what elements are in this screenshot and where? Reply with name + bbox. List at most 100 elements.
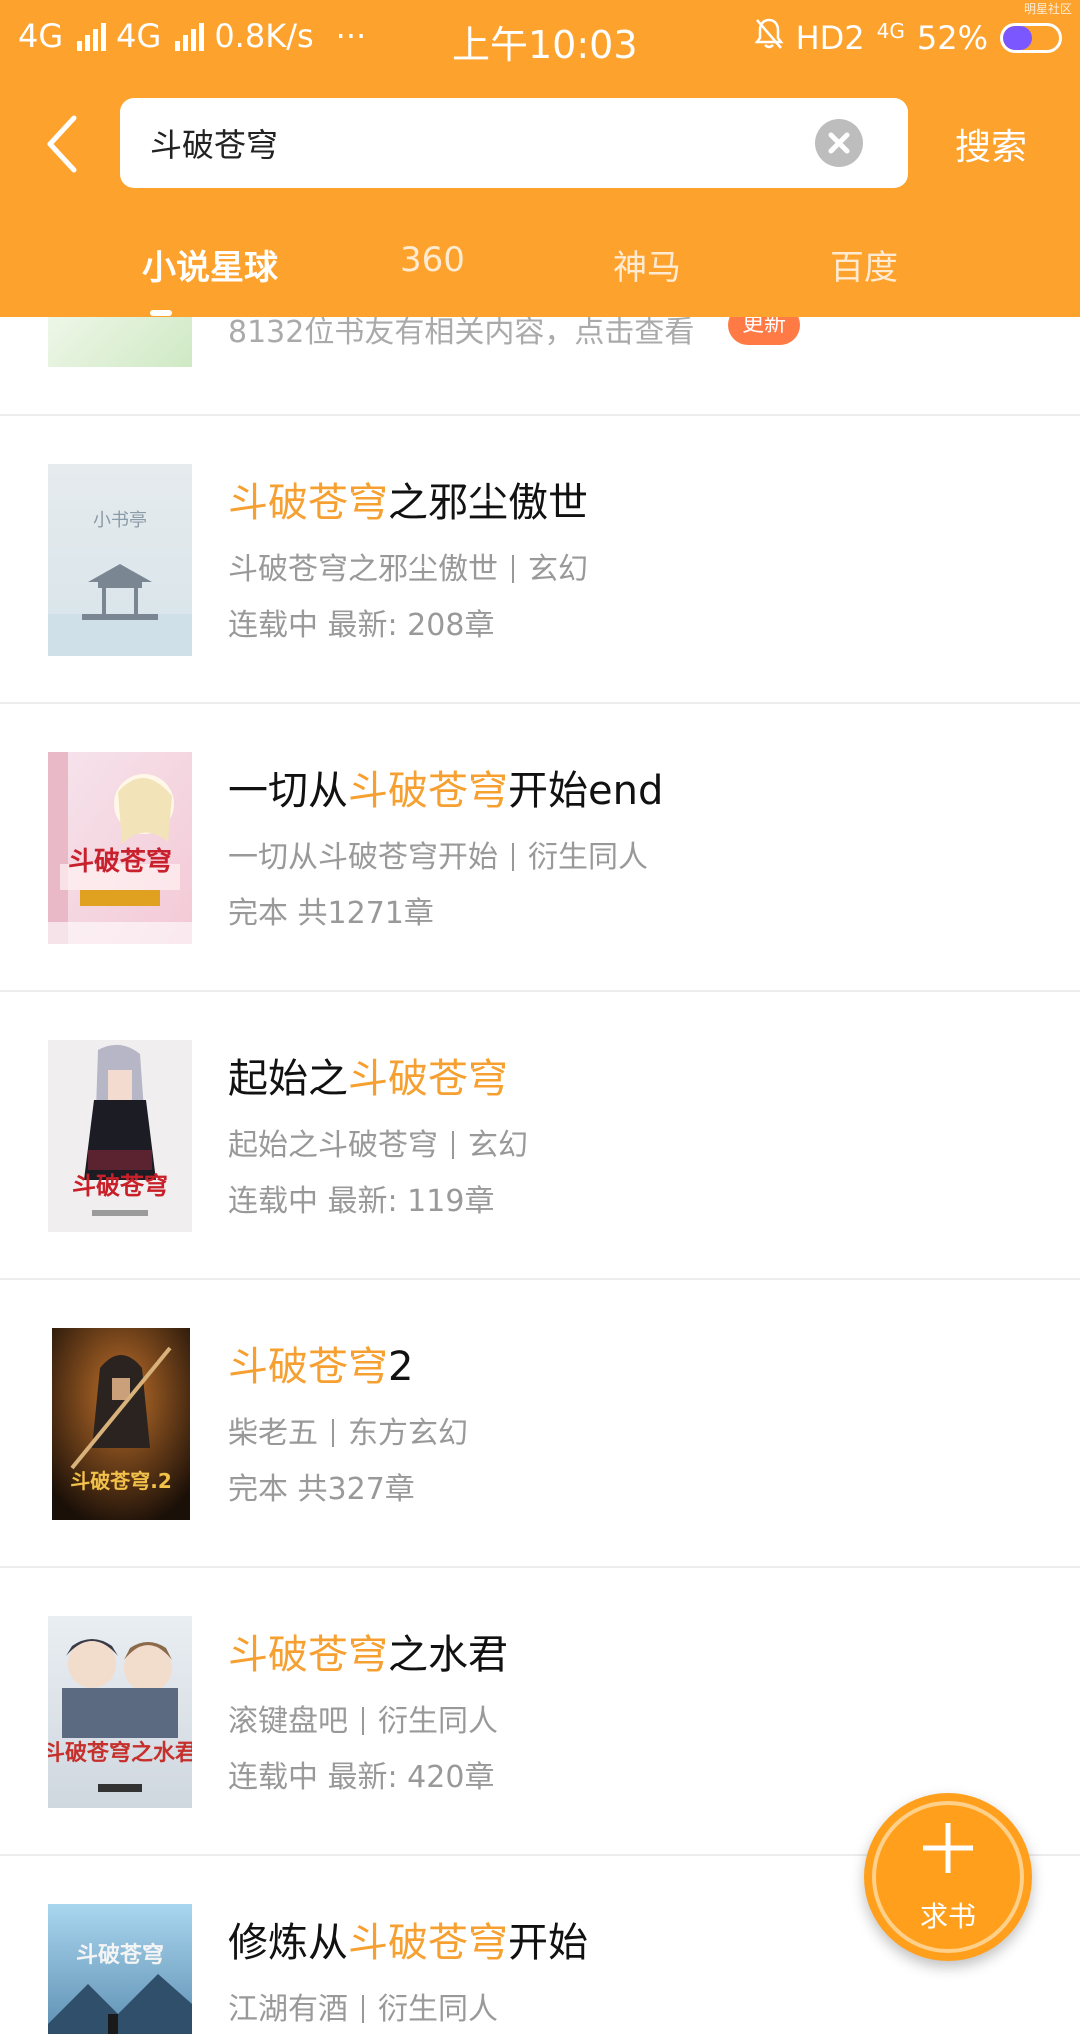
book-cover (48, 317, 192, 367)
clear-button[interactable] (815, 119, 863, 167)
book-genre: 衍生同人 (378, 1704, 498, 1739)
cover-title: 小书亭 (93, 510, 147, 531)
tab-shenma[interactable]: 神马 (613, 240, 681, 289)
book-cover: 斗破苍穹.2 (52, 1328, 190, 1520)
book-title: 一切从斗破苍穹开始end (228, 758, 663, 816)
tab-xiaoshuoxingqiu[interactable]: 小说星球 (142, 240, 278, 289)
book-meta: 江湖有酒 衍生同人 (228, 1984, 498, 2028)
book-author: 柴老五 (228, 1416, 318, 1451)
book-item[interactable]: 小书亭 斗破苍穹之邪尘傲世 斗破苍穹之邪尘傲世 玄幻 连载中 最新: 208章 (0, 416, 1080, 702)
meta-separator (362, 1995, 364, 2023)
corner-tag: 明星社区 (1023, 2, 1072, 16)
network-label-1: 4G (18, 17, 64, 55)
book-cover: 斗破苍穹 (48, 1904, 192, 2034)
search-input[interactable] (150, 98, 790, 188)
book-title: 起始之斗破苍穹 (228, 1046, 508, 1104)
book-cover: 小书亭 (48, 464, 192, 656)
fab-label: 求书 (919, 1900, 976, 1933)
book-author: 滚键盘吧 (228, 1704, 348, 1739)
book-meta: 滚键盘吧 衍生同人 (228, 1696, 498, 1740)
cover-title: 斗破苍穹 (68, 846, 172, 877)
title-prefix: 一切从 (228, 768, 348, 814)
active-tab-indicator (150, 310, 172, 316)
book-meta: 柴老五 东方玄幻 (228, 1408, 468, 1452)
cover-title: 斗破苍穹之水君 (48, 1740, 192, 1766)
update-badge: 更新 (728, 317, 801, 345)
title-suffix: 开始 (508, 1920, 588, 1966)
book-author: 斗破苍穹之邪尘傲世 (228, 552, 498, 587)
book-title: 斗破苍穹之邪尘傲世 (228, 470, 588, 528)
battery-fill (1003, 26, 1033, 50)
title-prefix: 修炼从 (228, 1920, 348, 1966)
search-row: 搜索 (0, 98, 1080, 190)
title-suffix: 之水君 (388, 1632, 508, 1678)
title-prefix: 起始之 (228, 1056, 348, 1102)
request-book-button[interactable]: 求书 (864, 1793, 1032, 1961)
book-cover: 斗破苍穹 (48, 752, 192, 944)
meta-separator (362, 1707, 364, 1735)
book-status: 完本 共1271章 (228, 896, 434, 931)
status-right: HD2 4G 52% (754, 17, 1062, 59)
title-highlight: 斗破苍穹 (228, 1632, 388, 1678)
back-button[interactable] (40, 112, 100, 176)
book-genre: 衍生同人 (528, 840, 648, 875)
meta-separator (512, 555, 514, 583)
tab-baidu[interactable]: 百度 (830, 240, 898, 289)
book-author: 起始之斗破苍穹 (228, 1128, 438, 1163)
title-suffix: 2 (388, 1344, 414, 1390)
network-small: 4G (876, 19, 905, 43)
battery-icon (1000, 23, 1062, 53)
source-tabs: 小说星球 360 神马 百度 (0, 240, 1080, 316)
meta-separator (512, 843, 514, 871)
signal-icon-2 (175, 21, 205, 51)
cover-title: 斗破苍穹 (76, 1942, 164, 1968)
book-status: 连载中 最新: 119章 (228, 1184, 495, 1219)
book-item[interactable]: 斗破苍穹.2 斗破苍穹2 柴老五 东方玄幻 完本 共327章 (0, 1280, 1080, 1566)
book-author: 江湖有酒 (228, 1992, 348, 2027)
book-meta: 斗破苍穹之邪尘傲世 玄幻 (228, 544, 588, 588)
related-content-item[interactable]: 8132位书友有相关内容，点击查看 更新 (0, 317, 1080, 414)
app-header: 4G 4G 0.8K/s ··· 上午10:03 HD2 4G 52% 明星社区 (0, 0, 1080, 317)
title-highlight: 斗破苍穹 (348, 768, 508, 814)
close-icon (828, 132, 850, 154)
bell-off-icon (754, 17, 784, 59)
title-highlight: 斗破苍穹 (348, 1920, 508, 1966)
network-speed: 0.8K/s (214, 17, 314, 55)
cover-title: 斗破苍穹 (72, 1172, 168, 1200)
title-highlight: 斗破苍穹 (228, 1344, 388, 1390)
book-title: 斗破苍穹2 (228, 1334, 413, 1392)
book-item[interactable]: 斗破苍穹 起始之斗破苍穹 起始之斗破苍穹 玄幻 连载中 最新: 119章 (0, 992, 1080, 1278)
book-cover: 斗破苍穹 (48, 1040, 192, 1232)
book-status: 连载中 最新: 208章 (228, 608, 495, 643)
book-meta: 起始之斗破苍穹 玄幻 (228, 1120, 528, 1164)
title-highlight: 斗破苍穹 (348, 1056, 508, 1102)
tab-360[interactable]: 360 (400, 240, 465, 280)
status-bar: 4G 4G 0.8K/s ··· 上午10:03 HD2 4G 52% 明星社区 (0, 0, 1080, 75)
book-cover: 斗破苍穹之水君 (48, 1616, 192, 1808)
related-content-text: 8132位书友有相关内容，点击查看 (228, 317, 695, 350)
book-title: 修炼从斗破苍穹开始 (228, 1910, 588, 1968)
meta-separator (332, 1419, 334, 1447)
book-genre: 玄幻 (528, 552, 588, 587)
book-item[interactable]: 斗破苍穹 一切从斗破苍穹开始end 一切从斗破苍穹开始 衍生同人 完本 共1271… (0, 704, 1080, 990)
hd-label: HD2 (795, 19, 865, 57)
book-meta: 一切从斗破苍穹开始 衍生同人 (228, 832, 648, 876)
battery-percent: 52% (916, 19, 988, 57)
network-label-2: 4G (116, 17, 162, 55)
book-genre: 东方玄幻 (348, 1416, 468, 1451)
book-genre: 玄幻 (468, 1128, 528, 1163)
search-button[interactable]: 搜索 (955, 118, 1027, 170)
book-status: 完本 共327章 (228, 1472, 415, 1507)
chevron-left-icon (47, 115, 77, 173)
cover-title: 斗破苍穹.2 (70, 1469, 172, 1493)
meta-separator (452, 1131, 454, 1159)
book-status: 连载中 最新: 420章 (228, 1760, 495, 1795)
status-time: 上午10:03 (452, 23, 638, 67)
title-suffix: 之邪尘傲世 (388, 480, 588, 526)
search-box (120, 98, 908, 188)
signal-icon (77, 21, 107, 51)
book-genre: 衍生同人 (378, 1992, 498, 2027)
more-dots: ··· (335, 17, 367, 55)
plus-icon (923, 1823, 973, 1873)
book-title: 斗破苍穹之水君 (228, 1622, 508, 1680)
